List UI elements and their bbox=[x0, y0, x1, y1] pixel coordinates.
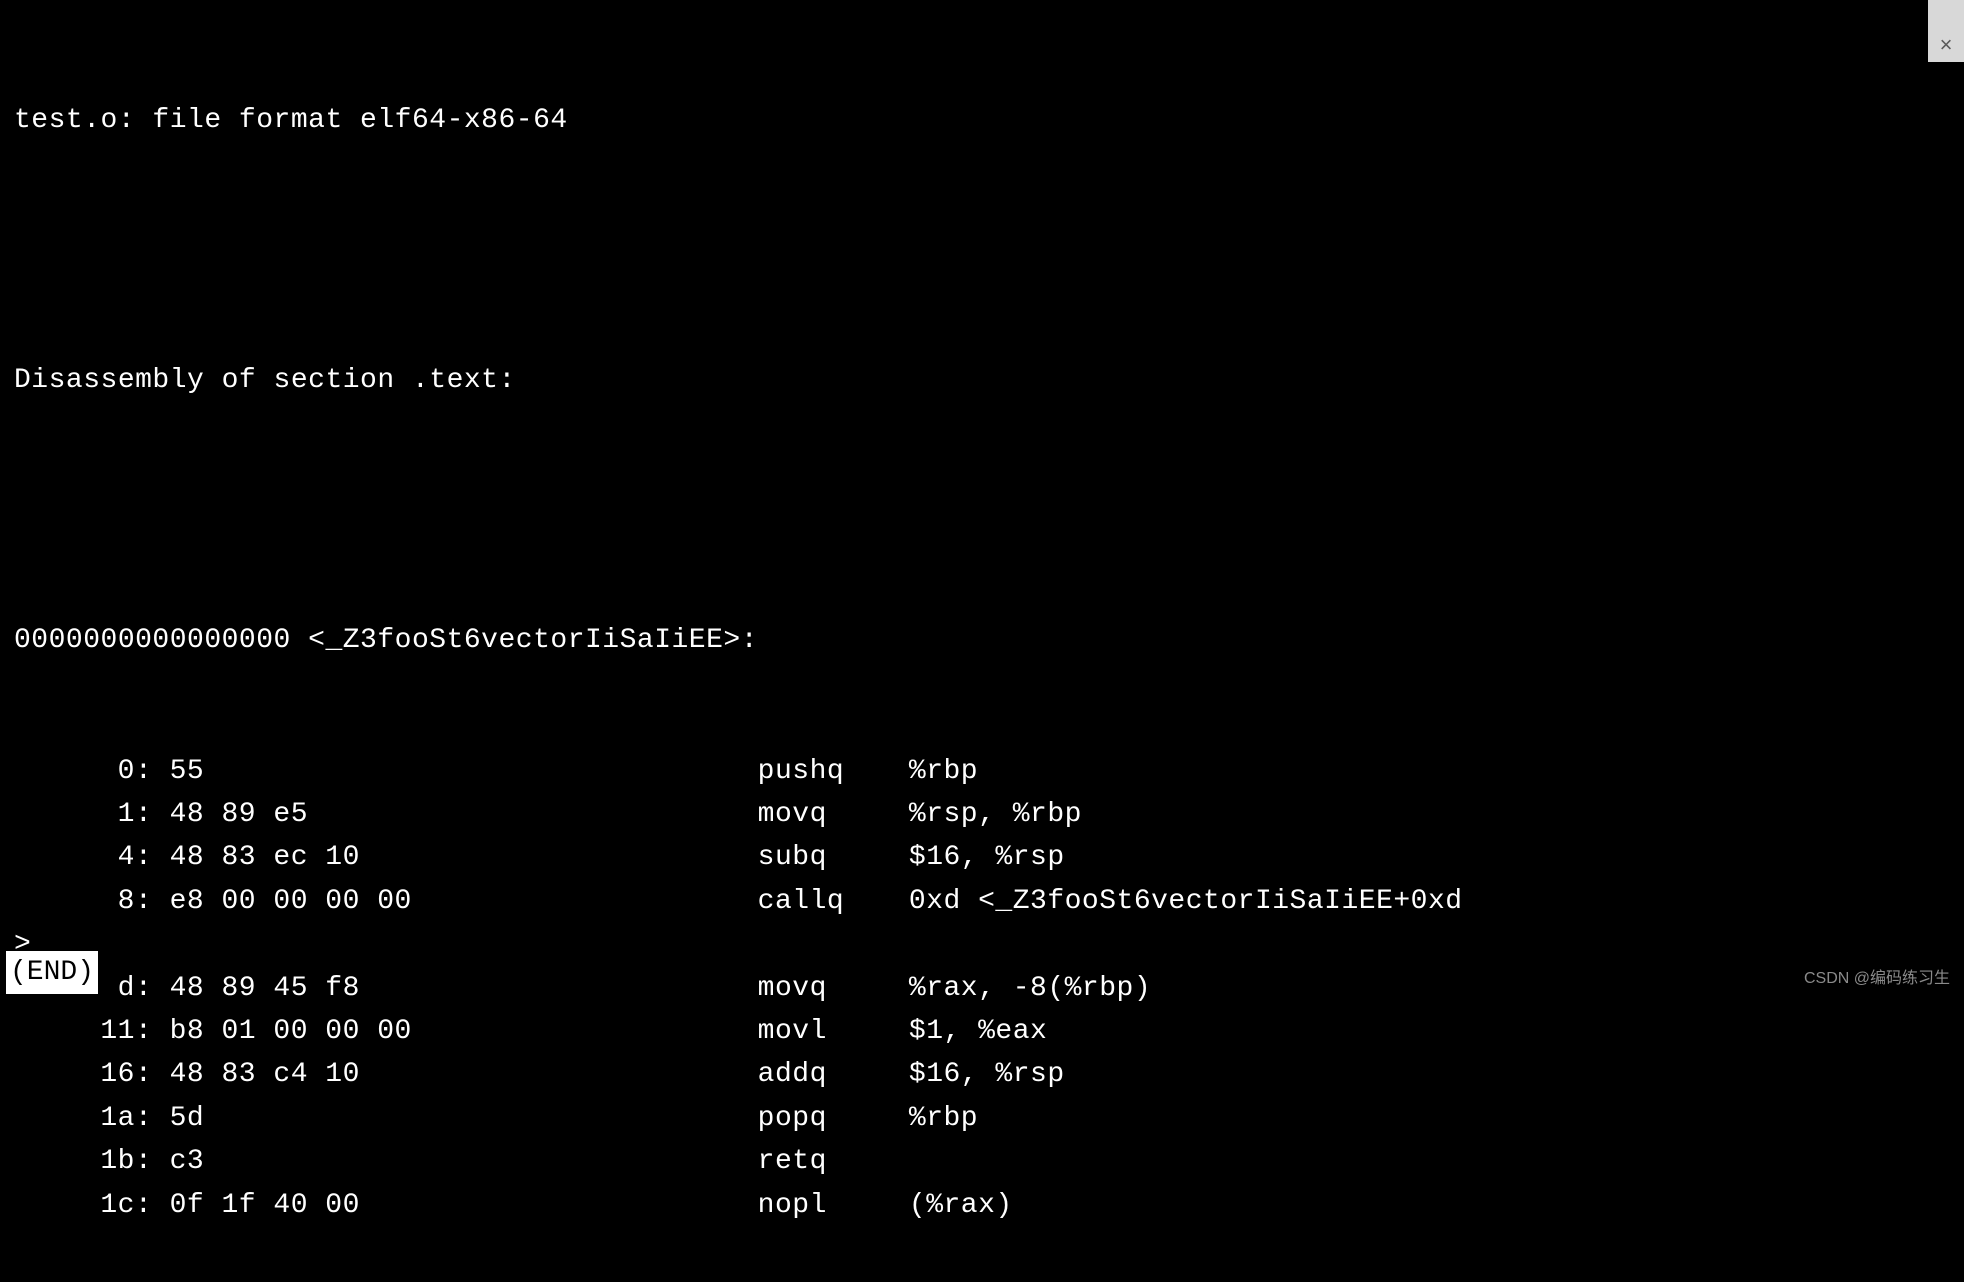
instruction-mnemonic: movq bbox=[758, 967, 909, 1010]
blank-line bbox=[14, 229, 1950, 272]
instruction-operands: %rax, -8(%rbp) bbox=[909, 967, 1151, 1010]
blank-line bbox=[14, 489, 1950, 532]
instruction-row: 0: 55pushq%rbp bbox=[14, 750, 1950, 793]
instruction-offset: 1 bbox=[14, 793, 135, 836]
instruction-hex: 48 83 c4 10 bbox=[170, 1053, 758, 1096]
instruction-mnemonic: addq bbox=[758, 1053, 909, 1096]
instruction-operands: $16, %rsp bbox=[909, 836, 1065, 879]
pager-end-marker: (END) bbox=[6, 951, 98, 994]
close-button[interactable]: × bbox=[1928, 0, 1964, 62]
instruction-offset: 0 bbox=[14, 750, 135, 793]
instruction-operands: $16, %rsp bbox=[909, 1053, 1065, 1096]
terminal-output: test.o: file format elf64-x86-64 Disasse… bbox=[0, 0, 1964, 1282]
instruction-mnemonic: callq bbox=[758, 880, 909, 923]
instruction-mnemonic: movl bbox=[758, 1010, 909, 1053]
instruction-row: 1: 48 89 e5movq%rsp, %rbp bbox=[14, 793, 1950, 836]
instruction-hex: 0f 1f 40 00 bbox=[170, 1184, 758, 1227]
offset-separator: : bbox=[135, 1140, 170, 1183]
instruction-row: 1c: 0f 1f 40 00nopl(%rax) bbox=[14, 1184, 1950, 1227]
instruction-hex: e8 00 00 00 00 bbox=[170, 880, 758, 923]
instruction-hex: 48 83 ec 10 bbox=[170, 836, 758, 879]
instruction-hex: c3 bbox=[170, 1140, 758, 1183]
offset-separator: : bbox=[135, 836, 170, 879]
instruction-mnemonic: popq bbox=[758, 1097, 909, 1140]
offset-separator: : bbox=[135, 793, 170, 836]
instruction-offset: 11 bbox=[14, 1010, 135, 1053]
instruction-hex: 5d bbox=[170, 1097, 758, 1140]
offset-separator: : bbox=[135, 1053, 170, 1096]
instruction-hex: 48 89 e5 bbox=[170, 793, 758, 836]
instruction-mnemonic: retq bbox=[758, 1140, 909, 1183]
offset-separator: : bbox=[135, 1097, 170, 1140]
instruction-row: 4: 48 83 ec 10subq$16, %rsp bbox=[14, 836, 1950, 879]
offset-separator: : bbox=[135, 967, 170, 1010]
instruction-offset: 1c bbox=[14, 1184, 135, 1227]
wrap-continuation: > bbox=[14, 923, 1950, 966]
instruction-mnemonic: subq bbox=[758, 836, 909, 879]
instruction-offset: 4 bbox=[14, 836, 135, 879]
instruction-operands: 0xd <_Z3fooSt6vectorIiSaIiEE+0xd bbox=[909, 880, 1463, 923]
instruction-hex: 55 bbox=[170, 750, 758, 793]
instruction-row: 16: 48 83 c4 10addq$16, %rsp bbox=[14, 1053, 1950, 1096]
instruction-hex: b8 01 00 00 00 bbox=[170, 1010, 758, 1053]
instruction-mnemonic: movq bbox=[758, 793, 909, 836]
offset-separator: : bbox=[135, 1184, 170, 1227]
instruction-row: 8: e8 00 00 00 00callq0xd <_Z3fooSt6vect… bbox=[14, 880, 1950, 923]
offset-separator: : bbox=[135, 1010, 170, 1053]
symbol-header: 0000000000000000 <_Z3fooSt6vectorIiSaIiE… bbox=[14, 619, 1950, 662]
offset-separator: : bbox=[135, 750, 170, 793]
disassembly-section-header: Disassembly of section .text: bbox=[14, 359, 1950, 402]
close-icon: × bbox=[1940, 28, 1953, 62]
instruction-offset: 1a bbox=[14, 1097, 135, 1140]
instruction-operands: (%rax) bbox=[909, 1184, 1013, 1227]
instruction-operands: $1, %eax bbox=[909, 1010, 1047, 1053]
instruction-operands: %rsp, %rbp bbox=[909, 793, 1082, 836]
file-format-line: test.o: file format elf64-x86-64 bbox=[14, 99, 1950, 142]
instruction-row: 1a: 5dpopq%rbp bbox=[14, 1097, 1950, 1140]
instruction-row: d: 48 89 45 f8movq%rax, -8(%rbp) bbox=[14, 967, 1950, 1010]
instruction-row: 11: b8 01 00 00 00movl$1, %eax bbox=[14, 1010, 1950, 1053]
instruction-offset: 8 bbox=[14, 880, 135, 923]
instruction-operands: %rbp bbox=[909, 1097, 978, 1140]
instruction-row: 1b: c3retq bbox=[14, 1140, 1950, 1183]
instruction-hex: 48 89 45 f8 bbox=[170, 967, 758, 1010]
instruction-offset: 16 bbox=[14, 1053, 135, 1096]
instruction-offset: 1b bbox=[14, 1140, 135, 1183]
instruction-mnemonic: nopl bbox=[758, 1184, 909, 1227]
watermark-text: CSDN @编码练习生 bbox=[1804, 967, 1950, 992]
instruction-list: 0: 55pushq%rbp1: 48 89 e5movq%rsp, %rbp4… bbox=[14, 750, 1950, 1227]
instruction-operands: %rbp bbox=[909, 750, 978, 793]
offset-separator: : bbox=[135, 880, 170, 923]
instruction-mnemonic: pushq bbox=[758, 750, 909, 793]
